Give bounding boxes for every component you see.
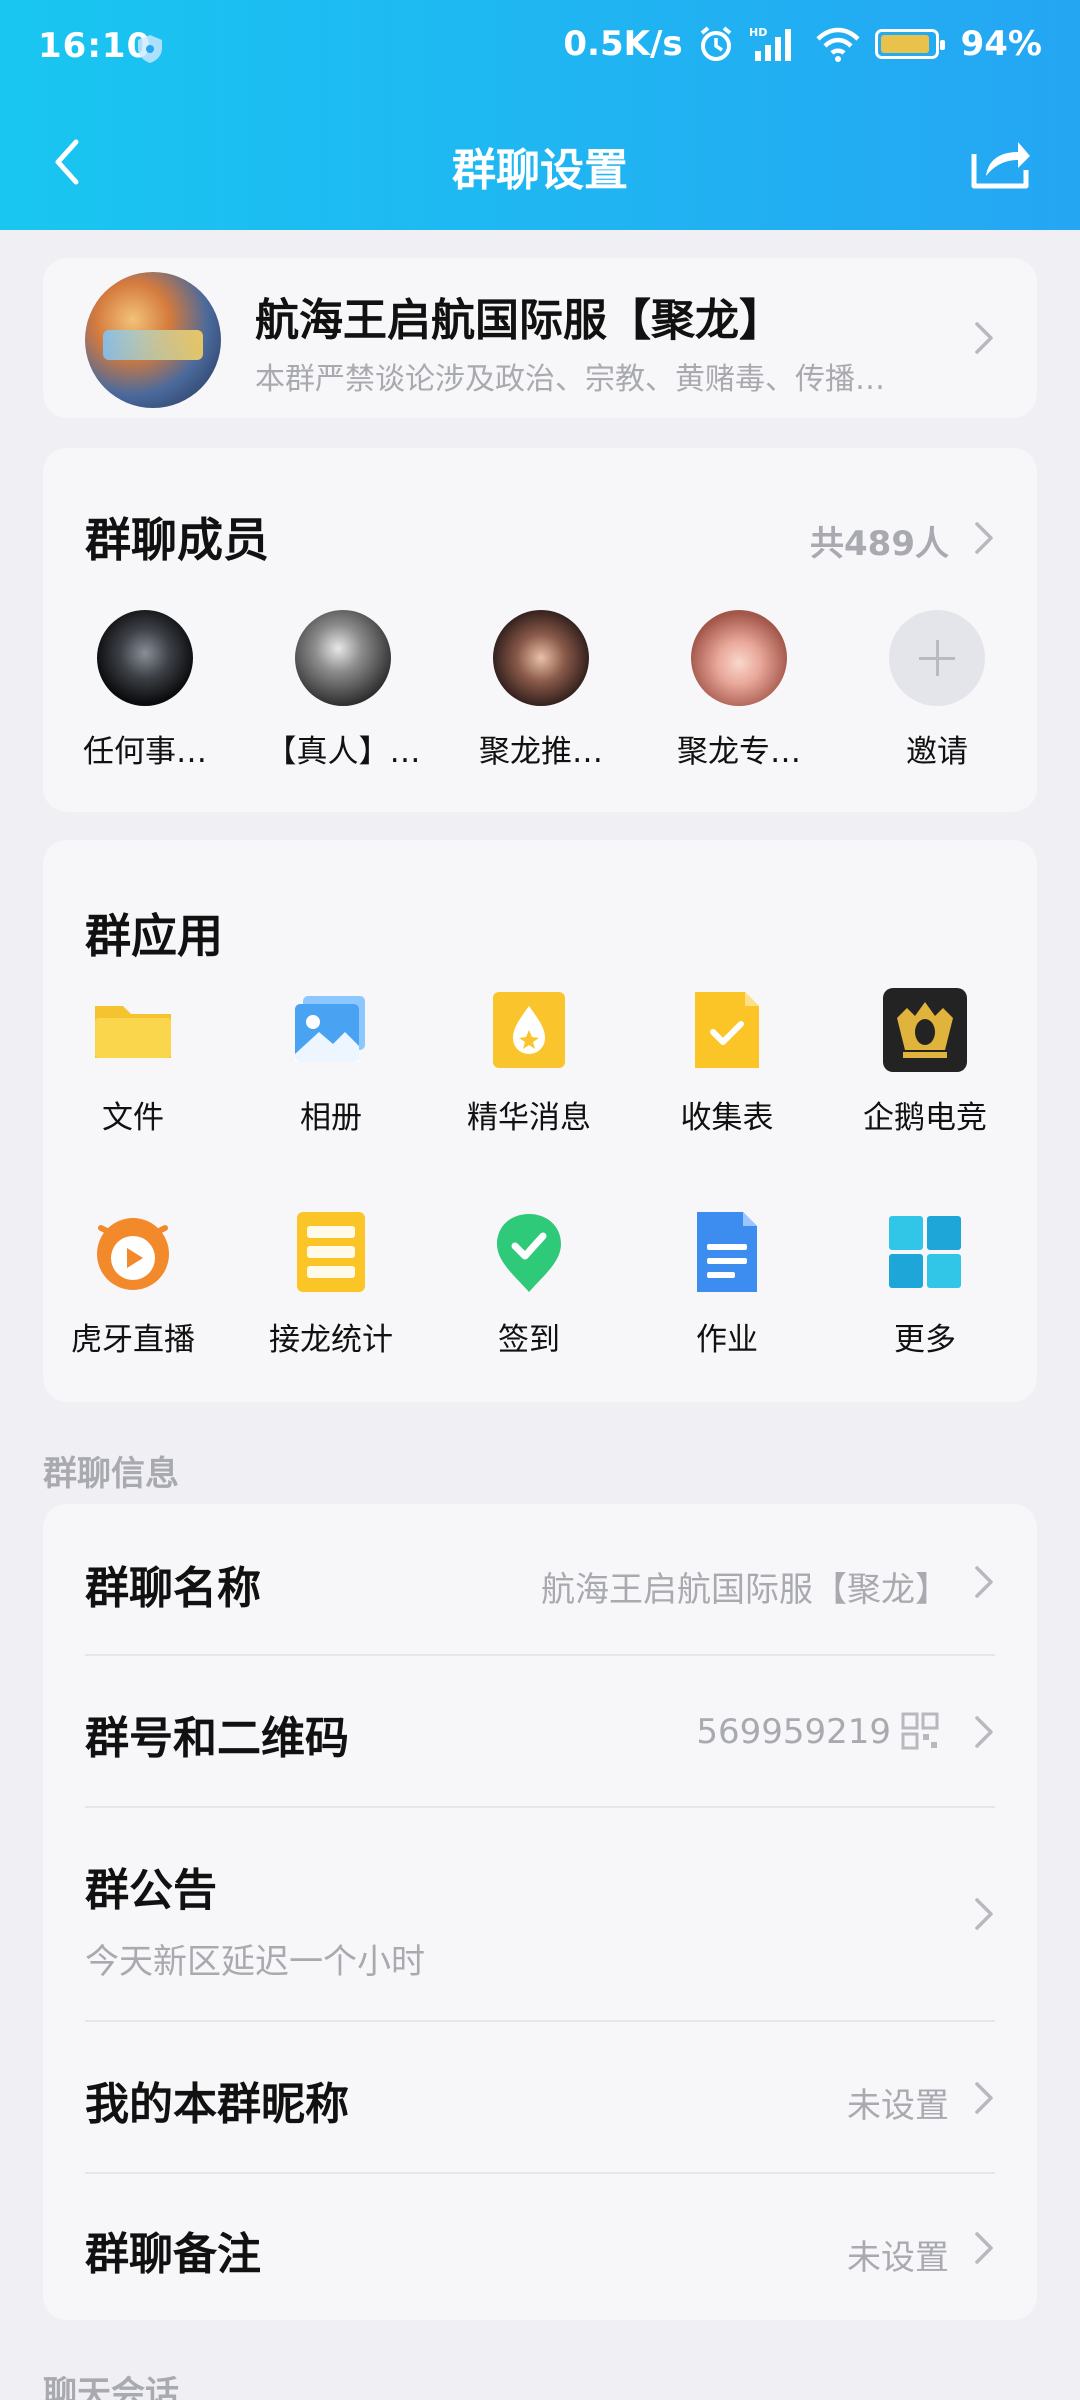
- chevron-right-icon: [973, 1564, 995, 1600]
- row-group-announcement[interactable]: 群公告 今天新区延迟一个小时: [43, 1808, 1037, 2018]
- app-homework[interactable]: 作业: [637, 1210, 817, 1359]
- header: 16:10 0.5K/s HD 94% 群聊设置: [0, 0, 1080, 230]
- more-apps-icon: [889, 1216, 961, 1288]
- chevron-right-icon: [973, 1714, 995, 1750]
- status-bar: 16:10 0.5K/s HD 94%: [0, 0, 1080, 96]
- app-album[interactable]: 相册: [241, 988, 421, 1137]
- huya-live-icon: [97, 1218, 169, 1290]
- penguin-esports-icon: [883, 988, 967, 1072]
- share-icon[interactable]: [966, 132, 1034, 192]
- app-penguin-esports[interactable]: 企鹅电竞: [835, 988, 1015, 1137]
- row-group-remark[interactable]: 群聊备注 未设置: [43, 2174, 1037, 2320]
- member-item[interactable]: 【真人】…: [263, 610, 423, 771]
- apps-title: 群应用: [85, 909, 223, 963]
- group-avatar[interactable]: [85, 272, 221, 408]
- app-collection-form[interactable]: 收集表: [637, 988, 817, 1137]
- collection-form-icon: [695, 992, 759, 1068]
- member-item[interactable]: 聚龙推…: [461, 610, 621, 771]
- member-name: 【真人】…: [265, 734, 421, 770]
- group-info-card: 群聊名称 航海王启航国际服【聚龙】 群号和二维码 569959219 群公告 今…: [43, 1504, 1037, 2320]
- battery-icon: [874, 29, 945, 59]
- chevron-right-icon: [973, 320, 995, 356]
- app-huya-live[interactable]: 虎牙直播: [43, 1210, 223, 1359]
- chevron-right-icon[interactable]: [973, 520, 995, 556]
- network-type-text: HD: [749, 26, 767, 39]
- member-avatar: [493, 610, 589, 706]
- group-number: 569959219: [696, 1712, 891, 1752]
- folder-icon: [95, 1006, 171, 1058]
- invite-label: 邀请: [906, 734, 968, 770]
- member-item[interactable]: 聚龙专…: [659, 610, 819, 771]
- app-label: 相册: [300, 1100, 362, 1136]
- member-avatar: [295, 610, 391, 706]
- group-profile-card[interactable]: 航海王启航国际服【聚龙】 本群严禁谈论涉及政治、宗教、黄赌毒、传播…: [43, 258, 1037, 418]
- essence-message-icon: [493, 992, 565, 1068]
- row-value: 航海王启航国际服【聚龙】: [541, 1570, 949, 1610]
- app-file[interactable]: 文件: [43, 988, 223, 1137]
- row-group-name[interactable]: 群聊名称 航海王启航国际服【聚龙】: [43, 1504, 1037, 1654]
- member-avatar: [97, 610, 193, 706]
- app-label: 签到: [498, 1322, 560, 1358]
- row-title: 群公告: [85, 1865, 217, 1916]
- group-apps-card: 群应用 文件 相册 精华消息 收集表 企鹅电竞 虎牙直播 接龙统计 签到 作业 …: [43, 840, 1037, 1402]
- group-description: 本群严禁谈论涉及政治、宗教、黄赌毒、传播…: [255, 362, 885, 397]
- page-title: 群聊设置: [452, 145, 628, 196]
- app-check-in[interactable]: 签到: [439, 1210, 619, 1359]
- network-speed: 0.5K/s: [563, 24, 683, 64]
- section-label-group-info: 群聊信息: [43, 1454, 179, 1494]
- app-label: 作业: [696, 1322, 758, 1358]
- shield-icon: [138, 35, 162, 63]
- invite-button[interactable]: 邀请: [857, 610, 1017, 771]
- signal-icon: HD: [749, 26, 791, 61]
- members-title: 群聊成员: [85, 513, 269, 567]
- nav-bar: 群聊设置: [0, 110, 1080, 220]
- alarm-icon: [700, 26, 731, 61]
- row-my-nickname[interactable]: 我的本群昵称 未设置: [43, 2022, 1037, 2172]
- group-name: 航海王启航国际服【聚龙】: [255, 295, 783, 346]
- row-value: 未设置: [847, 2238, 949, 2278]
- row-value: 未设置: [847, 2086, 949, 2126]
- section-label-chat-session: 聊天会话: [43, 2374, 179, 2400]
- app-label: 更多: [894, 1322, 956, 1358]
- row-title: 群聊名称: [85, 1563, 261, 1614]
- announcement-preview: 今天新区延迟一个小时: [85, 1942, 425, 1982]
- app-more[interactable]: 更多: [835, 1210, 1015, 1359]
- row-title: 群聊备注: [85, 2229, 261, 2280]
- app-essence[interactable]: 精华消息: [439, 988, 619, 1137]
- homework-icon: [697, 1212, 757, 1292]
- app-chain-stats[interactable]: 接龙统计: [241, 1210, 421, 1359]
- group-members-card: 群聊成员 共489人 任何事… 【真人】… 聚龙推… 聚龙专… 邀请: [43, 448, 1037, 812]
- app-label: 精华消息: [467, 1100, 591, 1136]
- photo-album-icon: [295, 996, 365, 1062]
- member-name: 任何事…: [83, 734, 207, 770]
- row-group-number-qr[interactable]: 群号和二维码 569959219: [43, 1656, 1037, 1806]
- check-in-icon: [497, 1214, 561, 1292]
- app-label: 接龙统计: [269, 1322, 393, 1358]
- qr-code-icon: [901, 1712, 939, 1750]
- app-label: 收集表: [680, 1100, 774, 1136]
- status-right: 0.5K/s HD 94%: [563, 24, 1042, 64]
- chevron-right-icon: [973, 1896, 995, 1932]
- members-count[interactable]: 共489人: [810, 516, 949, 565]
- chain-stats-icon: [297, 1212, 365, 1292]
- plus-icon: [889, 610, 985, 706]
- chevron-right-icon: [973, 2230, 995, 2266]
- member-name: 聚龙推…: [479, 734, 603, 770]
- app-label: 虎牙直播: [71, 1322, 195, 1358]
- app-label: 企鹅电竞: [863, 1100, 987, 1136]
- member-item[interactable]: 任何事…: [65, 610, 225, 771]
- app-label: 文件: [102, 1100, 164, 1136]
- chevron-right-icon: [973, 2080, 995, 2116]
- member-name: 聚龙专…: [677, 734, 801, 770]
- wifi-icon: [816, 27, 860, 62]
- row-title: 群号和二维码: [85, 1713, 349, 1764]
- row-title: 我的本群昵称: [85, 2079, 349, 2130]
- battery-percent: 94%: [960, 24, 1042, 64]
- status-time: 16:10: [38, 26, 152, 66]
- member-avatar: [691, 610, 787, 706]
